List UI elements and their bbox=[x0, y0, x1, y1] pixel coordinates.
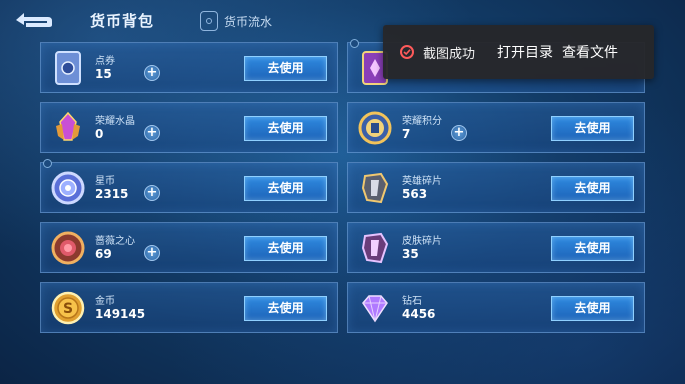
item-name: 英雄碎片 bbox=[402, 176, 442, 187]
screenshot-toast: 截图成功 打开目录 查看文件 bbox=[383, 25, 654, 79]
check-circle-icon bbox=[400, 45, 414, 59]
item-count: 69 bbox=[95, 247, 112, 261]
use-glory-crystal-button[interactable]: 去使用 bbox=[244, 116, 327, 141]
currency-card-gold-coin: S 金币 149145 去使用 bbox=[40, 282, 338, 333]
currency-card-glory-points: 荣耀积分 7 + 去使用 bbox=[347, 102, 645, 153]
add-glory-points-button[interactable]: + bbox=[451, 125, 467, 141]
skin-fragment-icon bbox=[356, 229, 394, 267]
back-arrow-icon bbox=[16, 13, 52, 27]
use-hero-fragment-button[interactable]: 去使用 bbox=[551, 176, 634, 201]
item-count: 0 bbox=[95, 127, 104, 141]
tab-currency-flow[interactable]: 货币流水 bbox=[200, 11, 272, 31]
svg-text:S: S bbox=[63, 301, 73, 317]
star-coin-icon bbox=[49, 169, 87, 207]
item-count: 35 bbox=[402, 247, 419, 261]
item-name: 荣耀水晶 bbox=[95, 116, 135, 127]
use-skin-fragment-button[interactable]: 去使用 bbox=[551, 236, 634, 261]
voucher-icon bbox=[49, 49, 87, 87]
currency-card-star-coin: 星币 2315 + 去使用 bbox=[40, 159, 338, 213]
add-glory-crystal-button[interactable]: + bbox=[144, 125, 160, 141]
item-count: 563 bbox=[402, 187, 428, 201]
item-name: 钻石 bbox=[402, 296, 422, 307]
tab-currency-flow-label: 货币流水 bbox=[224, 14, 273, 29]
item-count: 4456 bbox=[402, 307, 436, 321]
use-glory-points-button[interactable]: 去使用 bbox=[551, 116, 634, 141]
back-button[interactable] bbox=[12, 8, 54, 32]
glory-points-icon bbox=[356, 109, 394, 147]
rose-heart-icon bbox=[49, 229, 87, 267]
flow-record-icon bbox=[200, 11, 218, 31]
item-count: 2315 bbox=[95, 187, 129, 201]
item-count: 7 bbox=[402, 127, 411, 141]
corner-tag-icon bbox=[350, 39, 359, 48]
currency-card-glory-crystal: 荣耀水晶 0 + 去使用 bbox=[40, 102, 338, 153]
add-rose-heart-button[interactable]: + bbox=[144, 245, 160, 261]
view-file-link[interactable]: 查看文件 bbox=[562, 42, 618, 62]
glory-crystal-icon bbox=[49, 109, 87, 147]
add-voucher-button[interactable]: + bbox=[144, 65, 160, 81]
add-star-coin-button[interactable]: + bbox=[144, 185, 160, 201]
item-name: 皮肤碎片 bbox=[402, 236, 442, 247]
item-name: 星币 bbox=[95, 176, 115, 187]
item-count: 15 bbox=[95, 67, 112, 81]
item-name: 金币 bbox=[95, 296, 115, 307]
use-diamond-button[interactable]: 去使用 bbox=[551, 296, 634, 321]
use-voucher-button[interactable]: 去使用 bbox=[244, 56, 327, 81]
currency-card-voucher: 点券 15 + 去使用 bbox=[40, 42, 338, 93]
open-directory-link[interactable]: 打开目录 bbox=[497, 42, 553, 62]
toast-message: 截图成功 bbox=[423, 46, 476, 62]
item-name: 点券 bbox=[95, 56, 115, 67]
currency-card-hero-fragment: 英雄碎片 563 去使用 bbox=[347, 162, 645, 213]
tab-currency-bag[interactable]: 货币背包 bbox=[90, 10, 154, 31]
use-rose-heart-button[interactable]: 去使用 bbox=[244, 236, 327, 261]
use-star-coin-button[interactable]: 去使用 bbox=[244, 176, 327, 201]
currency-card-rose-heart: 蔷薇之心 69 + 去使用 bbox=[40, 222, 338, 273]
currency-card-skin-fragment: 皮肤碎片 35 去使用 bbox=[347, 222, 645, 273]
use-gold-coin-button[interactable]: 去使用 bbox=[244, 296, 327, 321]
diamond-icon bbox=[356, 289, 394, 327]
hero-fragment-icon bbox=[356, 169, 394, 207]
currency-card-diamond: 钻石 4456 去使用 bbox=[347, 282, 645, 333]
corner-tag-icon bbox=[43, 159, 52, 168]
gold-coin-icon: S bbox=[49, 289, 87, 327]
item-count: 149145 bbox=[95, 307, 146, 321]
item-name: 蔷薇之心 bbox=[95, 236, 135, 247]
item-name: 荣耀积分 bbox=[402, 116, 442, 127]
